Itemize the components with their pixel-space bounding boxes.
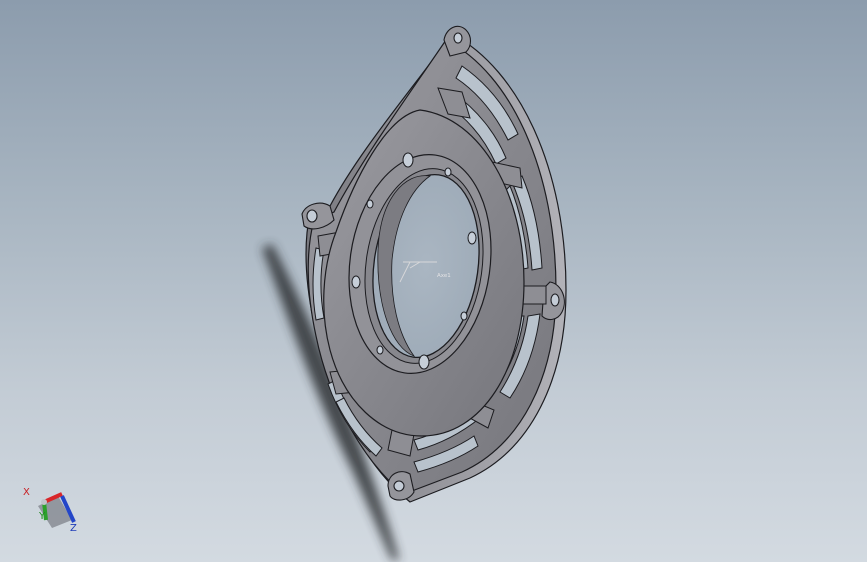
ear-top-hole [453,32,463,44]
graphics-area[interactable]: Axe1 X Y Z [0,0,867,562]
ear-bottom-hole [393,480,405,492]
triad-origin [41,499,47,505]
ear-right-hole [550,293,560,307]
y-axis-label: Y [39,511,46,522]
origin-label: Axe1 [437,273,451,279]
ear-left-hole [306,209,318,223]
view-orientation-triad[interactable]: X Y Z [18,484,88,540]
part-model-view[interactable]: Axe1 [0,0,867,562]
x-axis-label: X [23,487,30,498]
z-axis-label: Z [70,523,77,534]
